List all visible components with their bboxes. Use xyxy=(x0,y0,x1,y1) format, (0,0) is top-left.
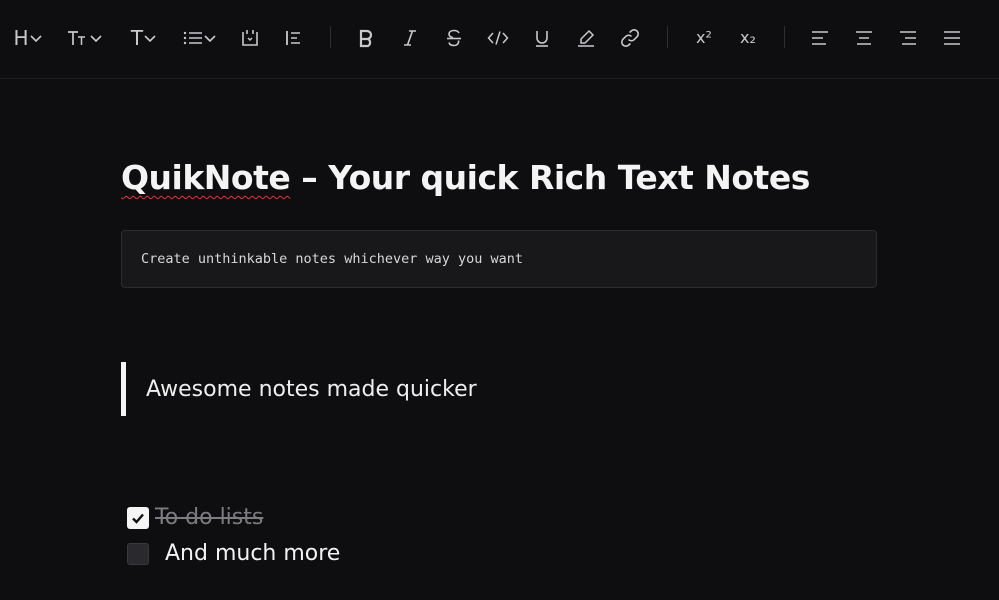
toolbar-divider xyxy=(330,26,331,48)
align-left-icon xyxy=(812,31,828,45)
formatting-toolbar: H T x² x₂ xyxy=(0,0,999,79)
underline-button[interactable] xyxy=(530,22,554,54)
superscript-button[interactable]: x² xyxy=(690,22,718,54)
code-icon xyxy=(487,31,509,45)
blockquote-button[interactable] xyxy=(282,22,306,54)
inline-code-button[interactable] xyxy=(485,22,511,54)
task-checkbox-unchecked[interactable] xyxy=(127,542,149,565)
toolbar-divider xyxy=(667,26,668,48)
heading-label: H xyxy=(13,26,29,50)
align-center-icon xyxy=(856,31,872,45)
strikethrough-button[interactable] xyxy=(442,22,466,54)
align-left-button[interactable] xyxy=(808,22,832,54)
task-label[interactable]: To do lists xyxy=(155,505,263,530)
code-block[interactable]: Create unthinkable notes whichever way y… xyxy=(121,230,877,288)
task-item: To do lists xyxy=(127,505,263,530)
code-block-icon xyxy=(242,30,258,46)
link-icon xyxy=(621,29,639,47)
checkmark-icon xyxy=(132,513,144,524)
code-block-button[interactable] xyxy=(238,22,262,54)
text-style-dropdown[interactable]: T xyxy=(125,22,163,54)
document-title[interactable]: QuikNote – Your quick Rich Text Notes xyxy=(121,158,810,197)
subscript-label: x₂ xyxy=(740,28,756,47)
subscript-button[interactable]: x₂ xyxy=(734,22,762,54)
blockquote-icon xyxy=(286,31,300,45)
strikethrough-icon xyxy=(447,29,461,47)
list-dropdown[interactable] xyxy=(180,22,220,54)
align-right-button[interactable] xyxy=(896,22,920,54)
highlighter-icon xyxy=(578,29,595,47)
blockquote-text: Awesome notes made quicker xyxy=(146,376,477,402)
task-checkbox-checked[interactable] xyxy=(127,506,149,529)
chevron-down-icon xyxy=(144,35,156,43)
title-rest: – Your quick Rich Text Notes xyxy=(290,158,810,197)
task-label[interactable]: And much more xyxy=(165,541,340,566)
chevron-down-icon xyxy=(90,35,102,43)
task-item: And much more xyxy=(127,541,340,566)
highlight-button[interactable] xyxy=(574,22,598,54)
font-size-dropdown[interactable] xyxy=(64,22,106,54)
italic-icon xyxy=(404,30,416,46)
list-icon xyxy=(183,31,202,45)
italic-button[interactable] xyxy=(398,22,422,54)
font-size-icon xyxy=(68,31,85,45)
chevron-down-icon xyxy=(204,35,216,43)
align-justify-button[interactable] xyxy=(940,22,964,54)
code-block-text: Create unthinkable notes whichever way y… xyxy=(141,251,524,267)
chevron-down-icon xyxy=(29,35,42,43)
heading-dropdown[interactable]: H xyxy=(8,22,48,54)
underline-icon xyxy=(536,31,548,47)
toolbar-divider xyxy=(784,26,785,48)
title-misspelled-word: QuikNote xyxy=(121,158,291,197)
align-center-button[interactable] xyxy=(852,22,876,54)
link-button[interactable] xyxy=(618,22,642,54)
bold-button[interactable] xyxy=(354,22,378,54)
superscript-label: x² xyxy=(696,28,712,47)
bold-icon xyxy=(359,29,373,48)
align-justify-icon xyxy=(944,31,960,45)
blockquote[interactable]: Awesome notes made quicker xyxy=(121,362,477,416)
align-right-icon xyxy=(900,31,916,45)
text-style-label: T xyxy=(130,26,144,50)
